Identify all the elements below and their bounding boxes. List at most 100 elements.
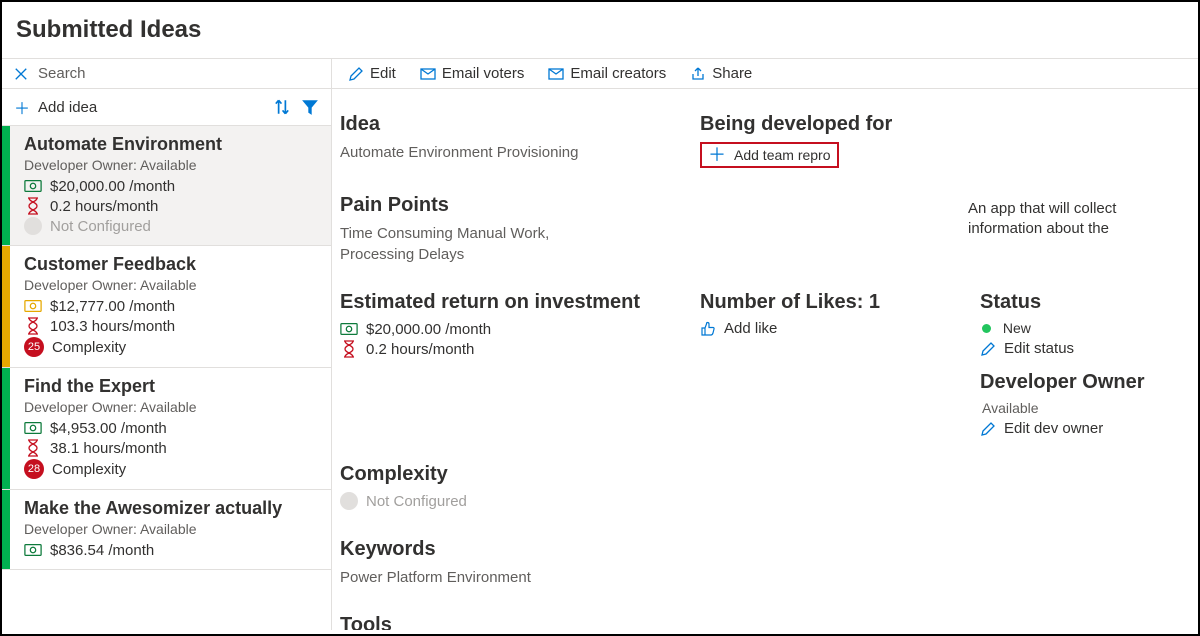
email-voters-label: Email voters [442,65,525,82]
dev-owner-value: Available [982,400,1190,416]
card-complexity: 25Complexity [24,337,325,357]
status-stripe [2,126,10,245]
keywords-heading: Keywords [340,538,680,561]
edit-dev-owner-button[interactable]: Edit dev owner [980,420,1190,437]
hourglass-icon [24,439,42,457]
sort-icon[interactable] [273,98,291,116]
plus-icon[interactable]: ＋ [14,95,28,119]
pain-points-value: Time Consuming Manual Work, Processing D… [340,223,600,265]
card-cost: $20,000.00 /month [24,177,325,195]
complexity-heading: Complexity [340,463,680,486]
filter-icon[interactable] [301,98,319,116]
complexity-badge-empty [24,217,42,235]
card-title: Make the Awesomizer actually [24,498,325,519]
add-team-repro-label: Add team repro [734,147,831,163]
pain-points-section: Pain Points Time Consuming Manual Work, … [340,194,680,265]
email-voters-button[interactable]: Email voters [420,65,525,82]
pencil-icon [348,66,364,82]
money-icon [24,177,42,195]
search-placeholder: Search [38,65,86,82]
card-title: Find the Expert [24,376,325,397]
card-cost: $836.54 /month [24,541,325,559]
idea-list: Automate Environment Developer Owner: Ava… [2,126,331,630]
roi-section: Estimated return on investment $20,000.0… [340,291,680,437]
hourglass-icon [24,317,42,335]
idea-section: Idea Automate Environment Provisioning [340,113,680,168]
idea-card[interactable]: Find the Expert Developer Owner: Availabl… [2,368,331,490]
description-annotation: An app that will collect information abo… [968,199,1168,240]
status-heading: Status [980,291,1190,314]
idea-value: Automate Environment Provisioning [340,142,680,163]
email-creators-label: Email creators [570,65,666,82]
developed-for-heading: Being developed for [700,113,960,136]
main-content: Search ＋ Add idea Automate Environment De… [2,58,1198,630]
mail-icon [420,66,436,82]
status-stripe [2,490,10,569]
pain-points-heading: Pain Points [340,194,680,217]
roi-heading: Estimated return on investment [340,291,680,314]
roi-cost: $20,000.00 /month [366,321,491,338]
status-value-row: New [982,320,1190,336]
complexity-badge: 25 [24,337,44,357]
edit-button[interactable]: Edit [348,65,396,82]
card-cost: $12,777.00 /month [24,297,325,315]
add-idea-row: ＋ Add idea [2,89,331,126]
email-creators-button[interactable]: Email creators [548,65,666,82]
card-hours: 38.1 hours/month [24,439,325,457]
keywords-section: Keywords Power Platform Environment [340,538,680,588]
pencil-icon [980,341,996,357]
dev-owner-heading: Developer Owner [980,371,1190,394]
card-complexity: Not Configured [24,217,325,235]
edit-label: Edit [370,65,396,82]
status-dot-icon [982,324,991,333]
money-icon [24,297,42,315]
status-value: New [1003,320,1031,336]
share-label: Share [712,65,752,82]
complexity-badge-empty [340,492,358,510]
roi-hours: 0.2 hours/month [366,341,474,358]
card-complexity: 28Complexity [24,459,325,479]
edit-dev-owner-label: Edit dev owner [1004,420,1103,437]
page-title: Submitted Ideas [2,2,1198,58]
complexity-section: Complexity Not Configured [340,463,680,512]
money-icon [24,541,42,559]
idea-card[interactable]: Customer Feedback Developer Owner: Availa… [2,246,331,368]
mail-icon [548,66,564,82]
money-icon [340,320,358,338]
card-owner: Developer Owner: Available [24,277,325,293]
detail-panel: Edit Email voters Email creators Share I… [332,59,1198,630]
share-icon [690,66,706,82]
card-cost: $4,953.00 /month [24,419,325,437]
sidebar: Search ＋ Add idea Automate Environment De… [2,59,332,630]
money-icon [24,419,42,437]
status-stripe [2,246,10,367]
hourglass-icon [340,340,358,358]
card-title: Automate Environment [24,134,325,155]
status-section: Status New Edit status Developer Owner A… [980,291,1190,437]
idea-heading: Idea [340,113,680,136]
add-like-button[interactable]: Add like [700,320,960,337]
idea-card[interactable]: Make the Awesomizer actuallyDeveloper Ow… [2,490,331,570]
search-input[interactable]: Search [2,59,331,89]
card-owner: Developer Owner: Available [24,399,325,415]
tools-heading: Tools [340,614,680,630]
pencil-icon [980,421,996,437]
complexity-badge: 28 [24,459,44,479]
card-hours: 0.2 hours/month [24,197,325,215]
edit-status-label: Edit status [1004,340,1074,357]
developed-for-section: Being developed for ＋ Add team repro [700,113,960,168]
add-idea-label[interactable]: Add idea [38,99,263,116]
detail-toolbar: Edit Email voters Email creators Share [332,59,1198,89]
likes-section: Number of Likes: 1 Add like [700,291,960,437]
close-icon [14,67,28,81]
card-title: Customer Feedback [24,254,325,275]
idea-card[interactable]: Automate EnvironmentDeveloper Owner: Ava… [2,126,331,246]
plus-icon: ＋ [708,146,726,164]
share-button[interactable]: Share [690,65,752,82]
add-team-repro-button[interactable]: ＋ Add team repro [700,142,839,168]
card-hours: 103.3 hours/month [24,317,325,335]
thumbs-up-icon [700,321,716,337]
hourglass-icon [24,197,42,215]
edit-status-button[interactable]: Edit status [980,340,1190,357]
likes-heading: Number of Likes: 1 [700,291,960,314]
